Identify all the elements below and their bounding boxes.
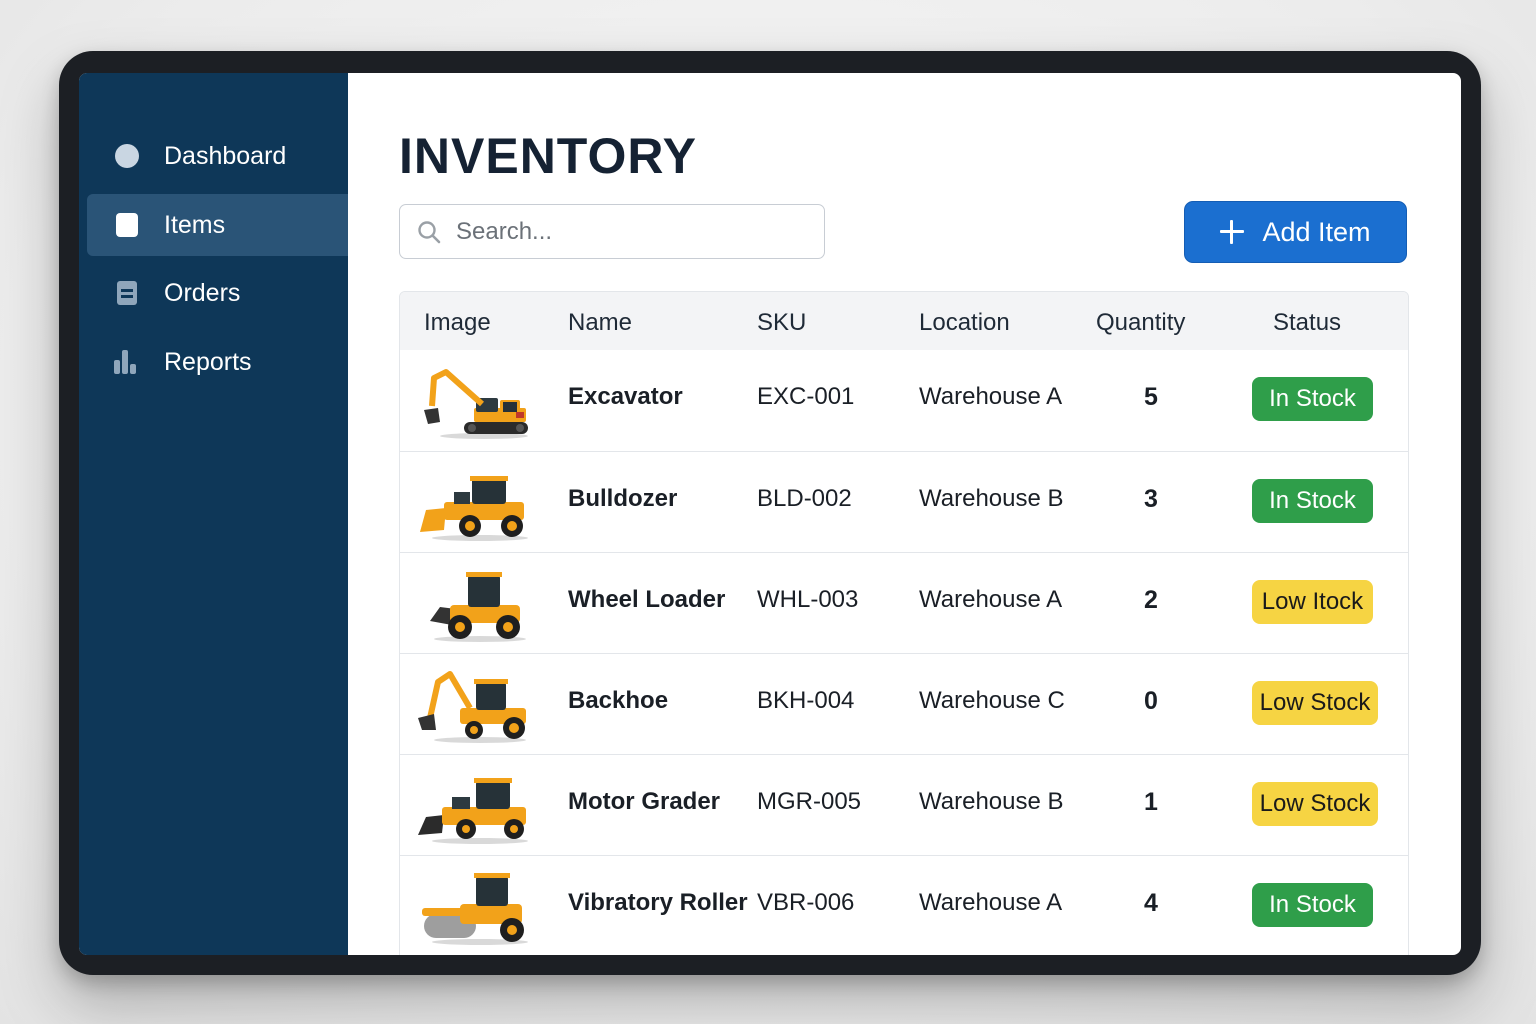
item-sku: WHL-003	[757, 586, 859, 613]
table-row[interactable]: Bulldozer BLD-002 Warehouse B 3 In Stock	[400, 451, 1408, 553]
table-row[interactable]: Vibratory Roller VBR-006 Warehouse A 4 I…	[400, 855, 1408, 955]
status-badge: Low Stock	[1252, 681, 1378, 725]
sidebar-item-items[interactable]: Items	[87, 194, 348, 256]
excavator-image	[424, 369, 528, 439]
item-sku: BKH-004	[757, 687, 855, 714]
item-quantity: 2	[1144, 586, 1158, 614]
item-location: Warehouse B	[919, 485, 1064, 512]
vibratory-roller-image	[422, 873, 528, 945]
item-location: Warehouse A	[919, 586, 1063, 613]
item-location: Warehouse A	[919, 383, 1063, 410]
sidebar-item-label: Reports	[164, 347, 252, 376]
main-content: INVENTORY Add Item Image Name SKU Locati…	[348, 73, 1461, 955]
status-badge: In Stock	[1252, 883, 1373, 927]
wheel-loader-image	[430, 572, 526, 642]
app-screen: Dashboard Items Orders Reports INVENTORY	[79, 73, 1461, 955]
item-quantity: 1	[1144, 788, 1158, 816]
add-item-label: Add Item	[1262, 216, 1371, 247]
sidebar-item-label: Orders	[164, 278, 241, 307]
status-badge: Low Stock	[1252, 782, 1378, 826]
item-sku: MGR-005	[757, 788, 862, 815]
column-header-image[interactable]: Image	[424, 309, 491, 337]
column-header-quantity[interactable]: Quantity	[1096, 309, 1185, 337]
item-name: Wheel Loader	[568, 586, 726, 613]
item-sku: BLD-002	[757, 485, 852, 512]
sidebar-item-label: Dashboard	[164, 141, 287, 170]
circle-icon	[114, 143, 140, 169]
search-box[interactable]	[399, 204, 825, 259]
table-row[interactable]: Motor Grader MGR-005 Warehouse B 1 Low S…	[400, 754, 1408, 856]
add-item-button[interactable]: Add Item	[1184, 201, 1407, 263]
item-location: Warehouse C	[919, 687, 1065, 714]
item-quantity: 4	[1144, 889, 1158, 917]
table-row[interactable]: Excavator EXC-001 Warehouse A 5 In Stock	[400, 350, 1408, 451]
bulldozer-image	[420, 476, 528, 541]
sidebar-item-reports[interactable]: Reports	[87, 331, 348, 393]
item-sku: EXC-001	[757, 383, 855, 410]
item-location: Warehouse A	[919, 889, 1063, 916]
column-header-location[interactable]: Location	[919, 309, 1010, 337]
sidebar-item-orders[interactable]: Orders	[87, 262, 348, 324]
table-row[interactable]: Wheel Loader WHL-003 Warehouse A 2 Low I…	[400, 552, 1408, 654]
plus-icon	[1220, 220, 1245, 244]
item-sku: VBR-006	[757, 889, 855, 916]
item-quantity: 3	[1144, 485, 1158, 513]
motor-grader-image	[418, 778, 528, 844]
search-input[interactable]	[454, 213, 818, 251]
square-icon	[114, 212, 140, 238]
inventory-table: Image Name SKU Location Quantity Status	[399, 291, 1409, 955]
status-badge: Low Itock	[1252, 580, 1373, 624]
sidebar: Dashboard Items Orders Reports	[79, 73, 348, 955]
document-icon	[114, 280, 140, 306]
item-quantity: 0	[1144, 687, 1158, 715]
table-row[interactable]: Backhoe BKH-004 Warehouse C 0 Low Stock	[400, 653, 1408, 755]
bar-chart-icon	[114, 349, 140, 375]
column-header-status[interactable]: Status	[1273, 309, 1341, 337]
backhoe-image	[418, 671, 526, 743]
item-name: Motor Grader	[568, 788, 721, 815]
sidebar-item-dashboard[interactable]: Dashboard	[87, 125, 348, 187]
item-name: Excavator	[568, 383, 683, 410]
search-icon	[418, 221, 441, 244]
status-badge: In Stock	[1252, 377, 1373, 421]
table-header: Image Name SKU Location Quantity Status	[400, 292, 1408, 350]
column-header-sku[interactable]: SKU	[757, 309, 806, 337]
column-header-name[interactable]: Name	[568, 309, 632, 337]
sidebar-item-label: Items	[164, 210, 226, 239]
page-title: INVENTORY	[399, 128, 697, 184]
item-name: Bulldozer	[568, 485, 678, 512]
status-badge: In Stock	[1252, 479, 1373, 523]
item-quantity: 5	[1144, 383, 1158, 411]
item-name: Vibratory Roller	[568, 889, 748, 916]
item-location: Warehouse B	[919, 788, 1064, 815]
tablet-frame: Dashboard Items Orders Reports INVENTORY	[59, 51, 1481, 975]
item-name: Backhoe	[568, 687, 669, 714]
